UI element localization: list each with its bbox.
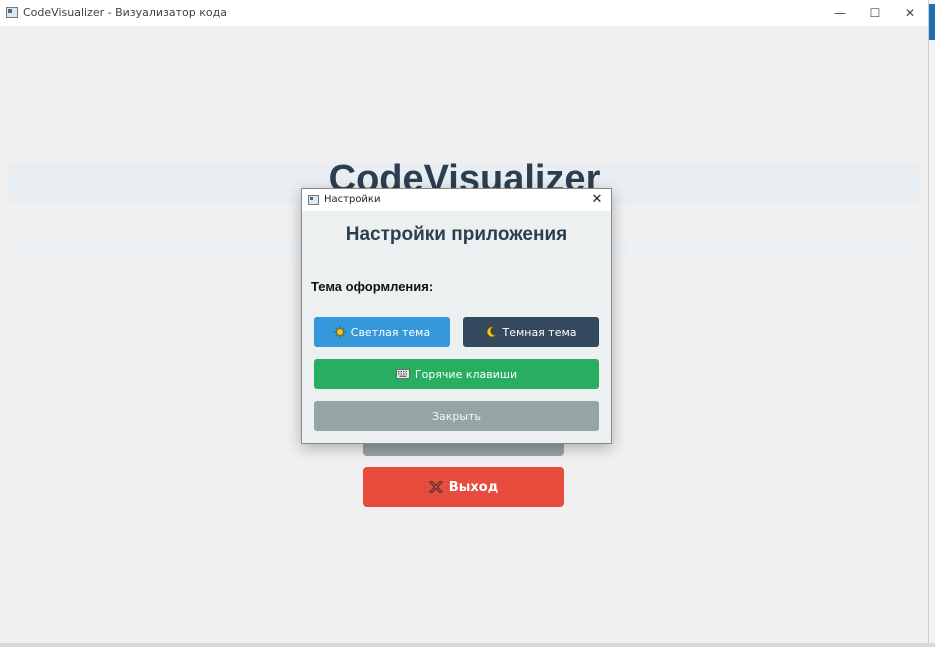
dialog-close-button[interactable]: Закрыть bbox=[314, 401, 599, 431]
dialog-close-icon[interactable]: ✕ bbox=[589, 192, 605, 208]
background-window-accent bbox=[929, 4, 935, 40]
settings-dialog: Настройки ✕ Настройки приложения Тема оф… bbox=[301, 188, 612, 444]
dialog-heading: Настройки приложения bbox=[345, 224, 568, 245]
dark-theme-button[interactable]: Темная тема bbox=[463, 317, 599, 347]
sun-icon bbox=[333, 326, 346, 338]
background-window-bottom bbox=[0, 643, 935, 647]
hotkeys-label: Горячие клавиши bbox=[414, 367, 518, 381]
close-button[interactable]: ✕ bbox=[892, 0, 928, 26]
cross-mark-icon bbox=[429, 481, 443, 493]
minimize-button[interactable]: — bbox=[822, 0, 858, 26]
exit-button[interactable]: Выход bbox=[363, 467, 564, 507]
exit-button-label: Выход bbox=[448, 479, 499, 495]
dialog-close-label: Закрыть bbox=[432, 409, 481, 423]
hotkeys-button[interactable]: Горячие клавиши bbox=[314, 359, 599, 389]
moon-icon bbox=[485, 326, 498, 338]
title-bar: CodeVisualizer - Визуализатор кода — ☐ ✕ bbox=[0, 0, 928, 26]
dialog-title-bar: Настройки ✕ bbox=[302, 189, 611, 211]
window-title: CodeVisualizer - Визуализатор кода bbox=[23, 6, 227, 19]
background-window-edge bbox=[929, 0, 935, 647]
maximize-button[interactable]: ☐ bbox=[857, 0, 893, 26]
dark-theme-label: Темная тема bbox=[502, 325, 577, 339]
theme-section-label: Тема оформления: bbox=[311, 279, 434, 294]
dialog-title: Настройки bbox=[324, 194, 381, 205]
light-theme-button[interactable]: Светлая тема bbox=[314, 317, 450, 347]
light-theme-label: Светлая тема bbox=[350, 325, 431, 339]
dialog-app-icon bbox=[308, 195, 319, 205]
keyboard-icon bbox=[395, 369, 410, 379]
app-icon bbox=[6, 7, 18, 18]
